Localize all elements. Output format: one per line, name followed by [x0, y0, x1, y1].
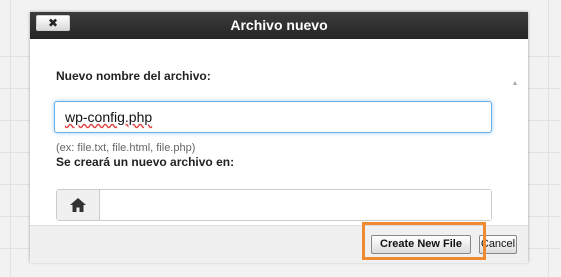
scroll-up-icon[interactable]: ▲	[510, 79, 520, 89]
background-divider	[10, 0, 11, 277]
home-button[interactable]	[57, 190, 100, 220]
location-field-group	[56, 189, 492, 221]
filename-label: Nuevo nombre del archivo:	[56, 69, 211, 83]
location-label: Se creará un nuevo archivo en:	[56, 155, 235, 169]
background-divider	[548, 0, 549, 277]
content-scrollbar[interactable]: ▲ ▼	[510, 79, 520, 239]
cancel-button[interactable]: Cancel	[479, 235, 517, 254]
home-icon	[70, 198, 86, 212]
filename-input[interactable]: wp-config.php	[54, 101, 492, 133]
create-new-file-button[interactable]: Create New File	[371, 235, 471, 254]
dialog-footer: Create New File Cancel	[30, 225, 528, 263]
filename-hint: (ex: file.txt, file.html, file.php)	[56, 142, 196, 154]
dialog-titlebar: ✖ Archivo nuevo	[30, 12, 528, 39]
location-input[interactable]	[100, 190, 491, 220]
dialog-title: Archivo nuevo	[230, 17, 328, 33]
new-file-dialog: ✖ Archivo nuevo Nuevo nombre del archivo…	[30, 12, 528, 263]
dialog-content: Nuevo nombre del archivo: wp-config.php …	[30, 39, 528, 239]
filename-value: wp-config.php	[65, 109, 153, 125]
